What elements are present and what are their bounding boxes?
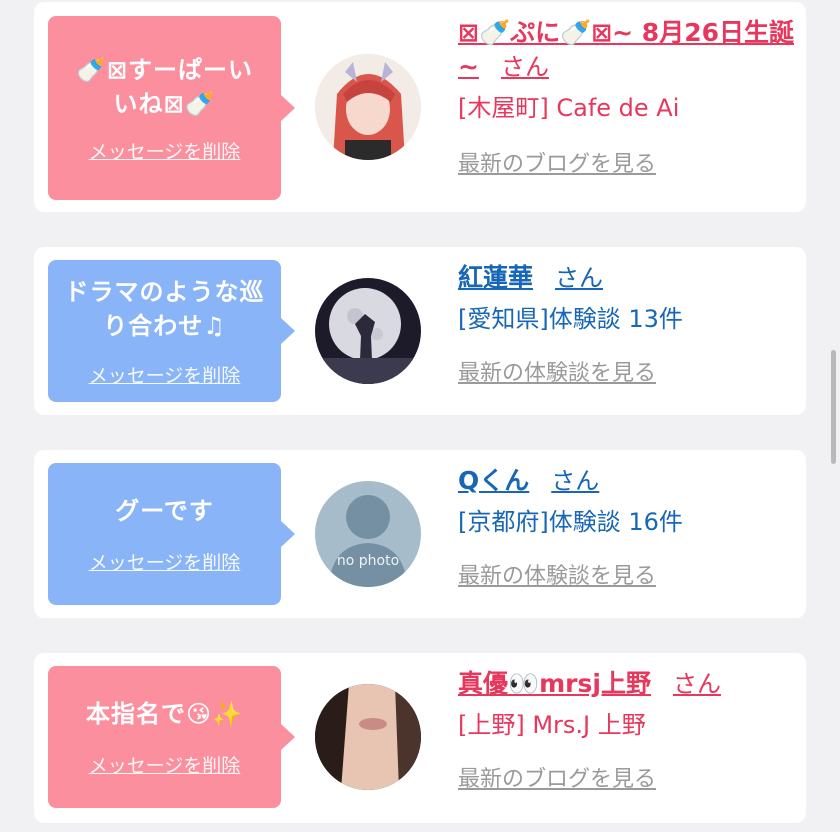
message-text: ドラマのような巡り合わせ♫	[64, 277, 265, 340]
sender-name-link[interactable]: 真優👀mrsj上野 さん	[458, 667, 798, 701]
sender-info: 紅蓮華 さん [愛知県]体験談 13件 最新の体験談を見る	[458, 261, 798, 387]
latest-review-link[interactable]: 最新の体験談を見る	[458, 355, 798, 387]
message-bubble: 🍼⊠すーぱーいいね⊠🍼 メッセージを削除	[48, 16, 295, 200]
latest-blog-link[interactable]: 最新のブログを見る	[458, 761, 798, 793]
sender-name-link[interactable]: ⊠🍼ぷに🍼⊠~ 8月26日生誕~ さん	[458, 16, 798, 84]
sender-name[interactable]: 紅蓮華	[458, 263, 533, 292]
delete-message-link[interactable]: メッセージを削除	[89, 137, 241, 164]
message-bubble: 本指名で😘✨ メッセージを削除	[48, 666, 295, 808]
sender-name[interactable]: Qくん	[458, 466, 529, 495]
sender-name-link[interactable]: 紅蓮華 さん	[458, 261, 798, 295]
sender-info: Qくん さん [京都府]体験談 16件 最新の体験談を見る	[458, 464, 798, 590]
shop-label: [京都府]体験談 16件	[458, 508, 683, 536]
message-bubble: ドラマのような巡り合わせ♫ メッセージを削除	[48, 260, 295, 402]
sender-name[interactable]: 真優👀mrsj上野	[458, 669, 651, 698]
message-card: ドラマのような巡り合わせ♫ メッセージを削除 紅蓮華 さん [愛知県]体験談 13…	[34, 247, 806, 415]
shop-label: [愛知県]体験談 13件	[458, 305, 683, 333]
message-text: 🍼⊠すーぱーいいね⊠🍼	[76, 55, 253, 118]
delete-message-link[interactable]: メッセージを削除	[89, 751, 241, 778]
delete-message-link[interactable]: メッセージを削除	[89, 548, 241, 575]
san-suffix: さん	[500, 53, 549, 81]
avatar[interactable]: no photo	[315, 481, 421, 587]
latest-blog-link[interactable]: 最新のブログを見る	[458, 146, 798, 178]
delete-message-link[interactable]: メッセージを削除	[89, 361, 241, 388]
message-text: グーです	[115, 496, 214, 525]
shop-label: [上野] Mrs.J 上野	[458, 711, 646, 739]
sender-info: ⊠🍼ぷに🍼⊠~ 8月26日生誕~ さん [木屋町] Cafe de Ai 最新のブ…	[458, 16, 798, 178]
avatar[interactable]	[315, 54, 421, 160]
san-suffix: さん	[672, 670, 721, 698]
message-card: 🍼⊠すーぱーいいね⊠🍼 メッセージを削除 ⊠🍼ぷに🍼⊠~ 8月26日生誕~ さん …	[34, 2, 806, 212]
latest-review-link[interactable]: 最新の体験談を見る	[458, 558, 798, 590]
sender-info: 真優👀mrsj上野 さん [上野] Mrs.J 上野 最新のブログを見る	[458, 667, 798, 793]
avatar[interactable]	[315, 684, 421, 790]
message-text: 本指名で😘✨	[86, 699, 243, 728]
message-bubble: グーです メッセージを削除	[48, 463, 295, 605]
no-photo-text: no photo	[337, 553, 399, 569]
san-suffix: さん	[551, 467, 600, 495]
san-suffix: さん	[555, 264, 604, 292]
avatar[interactable]	[315, 278, 421, 384]
shop-label: [木屋町] Cafe de Ai	[458, 94, 680, 122]
message-card: グーです メッセージを削除 no photo Qくん さん [京都府]体験談 16…	[34, 450, 806, 618]
scrollbar[interactable]	[831, 350, 836, 464]
message-card: 本指名で😘✨ メッセージを削除 真優👀mrsj上野 さん [上野] Mrs.J 上…	[34, 653, 806, 823]
sender-name-link[interactable]: Qくん さん	[458, 464, 798, 498]
